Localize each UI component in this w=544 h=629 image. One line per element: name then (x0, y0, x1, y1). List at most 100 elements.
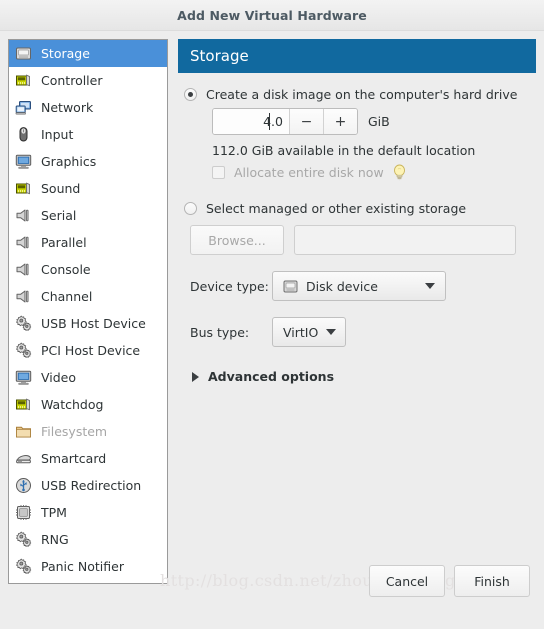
sidebar-item-label: Sound (41, 181, 81, 196)
lightbulb-icon (393, 164, 405, 181)
existing-storage-radio[interactable] (184, 202, 197, 215)
tpm-chip-icon (16, 505, 31, 520)
chip-gear-icon (16, 315, 32, 331)
sidebar-item-filesystem: Filesystem (9, 418, 167, 445)
sidebar-item-label: Input (41, 127, 74, 142)
device-type-row: Device type: Disk device (184, 271, 532, 301)
text-caret (269, 113, 270, 130)
create-disk-image-radio[interactable] (184, 88, 197, 101)
sidebar-item-label: Video (41, 370, 77, 385)
sidebar-item-label: Storage (41, 46, 90, 61)
serial-port-icon (16, 263, 29, 276)
dialog-button-bar: Cancel Finish (369, 565, 530, 597)
sidebar-item-label: Watchdog (41, 397, 104, 412)
sidebar-item-storage[interactable]: Storage (9, 40, 167, 67)
sidebar-item-rng[interactable]: RNG (9, 526, 167, 553)
bus-type-combobox[interactable]: VirtIO (272, 317, 346, 347)
bus-type-value: VirtIO (283, 324, 319, 340)
sidebar-item-label: Serial (41, 208, 77, 223)
hardware-type-list[interactable]: Storage Controller Network Input Graphics Sou… (8, 39, 168, 584)
advanced-options-label: Advanced options (208, 369, 335, 384)
sidebar-item-sound[interactable]: Sound (9, 175, 167, 202)
disk-icon (283, 280, 298, 292)
usb-icon (16, 478, 31, 493)
sidebar-item-network[interactable]: Network (9, 94, 167, 121)
available-space-text: 112.0 GiB available in the default locat… (212, 143, 476, 158)
smartcard-icon (16, 455, 31, 464)
sidebar-item-label: TPM (41, 505, 67, 520)
sidebar-item-label: Filesystem (41, 424, 108, 439)
dialog-content: Storage Controller Network Input Graphics Sou… (0, 31, 544, 584)
disk-size-row: 4.0 − + GiB (212, 108, 532, 135)
panel-body: Create a disk image on the computer's ha… (178, 73, 536, 384)
sidebar-item-label: Controller (41, 73, 103, 88)
chevron-down-icon (326, 329, 337, 335)
sidebar-item-smartcard[interactable]: Smartcard (9, 445, 167, 472)
controller-card-icon (16, 74, 30, 87)
sound-card-icon (16, 182, 30, 195)
sidebar-item-label: USB Redirection (41, 478, 142, 493)
allocate-disk-row[interactable]: Allocate entire disk now (212, 164, 532, 181)
sidebar-item-label: Parallel (41, 235, 87, 250)
network-icon (15, 101, 31, 115)
monitor-icon (15, 154, 32, 169)
sidebar-item-usb-host-device[interactable]: USB Host Device (9, 310, 167, 337)
sidebar-item-serial[interactable]: Serial (9, 202, 167, 229)
sidebar-item-usb-redirection[interactable]: USB Redirection (9, 472, 167, 499)
sidebar-item-label: Channel (41, 289, 93, 304)
storage-path-input[interactable] (294, 225, 516, 255)
disk-size-unit-label: GiB (368, 114, 390, 129)
chevron-right-icon (192, 371, 199, 382)
serial-port-icon (16, 209, 29, 222)
controller-card-icon (16, 398, 30, 411)
create-disk-image-label: Create a disk image on the computer's ha… (206, 87, 518, 102)
sidebar-item-input[interactable]: Input (9, 121, 167, 148)
panel-title: Storage (190, 47, 249, 65)
sidebar-item-console[interactable]: Console (9, 256, 167, 283)
chevron-down-icon (425, 283, 435, 289)
window-title: Add New Virtual Hardware (177, 7, 367, 23)
window-titlebar: Add New Virtual Hardware (0, 0, 544, 31)
sidebar-item-label: Smartcard (41, 451, 107, 466)
sidebar-item-label: RNG (41, 532, 69, 547)
create-disk-image-radio-row[interactable]: Create a disk image on the computer's ha… (184, 87, 532, 102)
chip-gear-icon (16, 531, 32, 547)
browse-row: Browse... (190, 225, 532, 255)
sidebar-item-label: Graphics (41, 154, 97, 169)
mouse-icon (19, 127, 28, 142)
panel-header: Storage (178, 39, 536, 73)
sidebar-item-tpm[interactable]: TPM (9, 499, 167, 526)
serial-port-icon (16, 290, 29, 303)
disk-size-decrement-button[interactable]: − (289, 109, 323, 134)
allocate-disk-checkbox[interactable] (212, 166, 225, 179)
existing-storage-radio-row[interactable]: Select managed or other existing storage (184, 201, 532, 216)
sidebar-item-parallel[interactable]: Parallel (9, 229, 167, 256)
monitor-icon (15, 370, 32, 385)
sidebar-item-video[interactable]: Video (9, 364, 167, 391)
sidebar-item-label: USB Host Device (41, 316, 146, 331)
chip-gear-icon (16, 342, 32, 358)
dialog-footer: http://blog.csdn.net/zhouhengyang1993 Ca… (0, 557, 544, 629)
device-type-label: Device type: (190, 278, 269, 294)
sidebar-item-channel[interactable]: Channel (9, 283, 167, 310)
sidebar-item-watchdog[interactable]: Watchdog (9, 391, 167, 418)
bus-type-label: Bus type: (190, 324, 250, 340)
folder-icon (16, 426, 31, 438)
disk-size-value: 4.0 (263, 114, 283, 129)
disk-size-spinner[interactable]: 4.0 − + (212, 108, 358, 135)
advanced-options-expander[interactable]: Advanced options (192, 369, 532, 384)
cancel-button[interactable]: Cancel (369, 565, 445, 597)
disk-size-input[interactable]: 4.0 (213, 109, 289, 134)
serial-port-icon (16, 236, 29, 249)
browse-button[interactable]: Browse... (190, 225, 284, 255)
sidebar-item-graphics[interactable]: Graphics (9, 148, 167, 175)
sidebar-item-pci-host-device[interactable]: PCI Host Device (9, 337, 167, 364)
sidebar-item-label: PCI Host Device (41, 343, 141, 358)
sidebar-item-controller[interactable]: Controller (9, 67, 167, 94)
existing-storage-label: Select managed or other existing storage (206, 201, 467, 216)
sidebar-item-label: Network (41, 100, 94, 115)
disk-size-increment-button[interactable]: + (323, 109, 357, 134)
device-type-combobox[interactable]: Disk device (272, 271, 446, 301)
finish-button[interactable]: Finish (454, 565, 530, 597)
allocate-disk-label: Allocate entire disk now (234, 165, 384, 180)
